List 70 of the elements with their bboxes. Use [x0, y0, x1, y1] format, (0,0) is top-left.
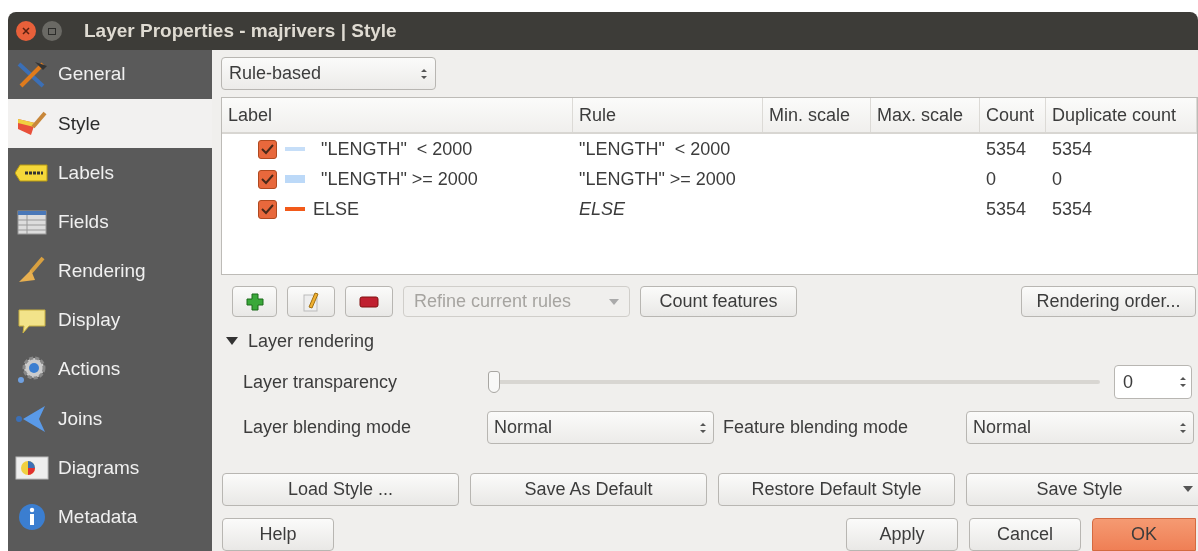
style-button[interactable]: Save Style — [966, 472, 1198, 506]
layer-blending-dropdown[interactable]: Normal — [487, 411, 714, 445]
minus-icon — [359, 295, 379, 308]
sidebar-item[interactable]: Labels — [8, 148, 212, 198]
rendering-order-button[interactable]: Rendering order... — [1021, 286, 1196, 318]
spinner-icon — [699, 420, 707, 435]
cancel-button[interactable]: Cancel — [969, 518, 1081, 551]
sidebar-item[interactable]: Fields — [8, 197, 212, 247]
column-header[interactable]: Max. scale — [871, 98, 980, 133]
blending-label: Layer blending mode — [243, 416, 413, 440]
spinner-icon — [1179, 420, 1187, 435]
label-tag-icon — [15, 162, 49, 183]
spinner-icon — [1179, 375, 1187, 390]
caret-icon — [609, 298, 619, 305]
apply-button[interactable]: Apply — [846, 518, 958, 551]
maximize-icon[interactable] — [42, 21, 62, 41]
table-icon — [15, 207, 49, 238]
sidebar-item[interactable]: General — [8, 50, 212, 100]
feature-blending-dropdown[interactable]: Normal — [966, 411, 1194, 445]
transparency-spinbox[interactable]: 0 — [1114, 365, 1192, 400]
rule-expression: "LENGTH" >= 2000 — [578, 167, 737, 191]
sidebar-item[interactable]: Metadata — [8, 492, 212, 542]
spinner-icon — [420, 66, 428, 81]
sidebar-item[interactable]: Rendering — [8, 246, 212, 296]
column-header[interactable]: Label — [222, 98, 573, 133]
rule-label: ELSE — [313, 197, 360, 221]
plus-icon — [244, 291, 265, 312]
count-cell-text: 5354 — [985, 137, 1028, 161]
edit-rule-button[interactable] — [287, 286, 335, 318]
duplicate-count-cell-text: 0 — [1051, 167, 1063, 191]
pencil-icon — [301, 290, 321, 313]
checkbox[interactable] — [258, 199, 277, 219]
remove-rule-button[interactable] — [345, 286, 393, 318]
caret-icon — [1182, 486, 1193, 493]
checkbox[interactable] — [258, 139, 277, 159]
column-header[interactable]: Duplicate count — [1046, 98, 1197, 133]
blending-label: Feature blending mode — [723, 416, 910, 440]
section-title: Layer rendering — [248, 330, 375, 353]
renderer-dropdown[interactable]: Rule-based — [221, 57, 436, 91]
count-features-button[interactable]: Count features — [640, 286, 797, 318]
style-button[interactable]: Save As Default — [470, 472, 707, 506]
column-header[interactable]: Min. scale — [763, 98, 871, 133]
sidebar-item[interactable]: Style — [8, 99, 212, 149]
help-button[interactable]: Help — [222, 518, 334, 551]
checkbox[interactable] — [258, 169, 277, 189]
count-cell-text: 0 — [985, 167, 997, 191]
collapse-triangle-icon[interactable] — [226, 336, 238, 347]
rule-expression: "LENGTH" < 2000 — [578, 137, 732, 161]
slider-track[interactable] — [488, 371, 1100, 394]
sidebar-item[interactable]: Joins — [8, 394, 212, 444]
sidebar-item[interactable]: Actions — [8, 345, 212, 395]
rule-label: "LENGTH" >= 2000 — [321, 167, 478, 191]
rule-expression: ELSE — [578, 197, 627, 221]
rule-label: "LENGTH" < 2000 — [321, 137, 473, 161]
add-rule-button[interactable] — [232, 286, 277, 318]
sidebar-item[interactable]: Diagrams — [8, 443, 212, 493]
close-icon[interactable] — [16, 21, 36, 41]
window-title: Layer Properties - majrivers | Style — [84, 18, 397, 43]
column-header[interactable]: Count — [980, 98, 1046, 133]
style-button[interactable]: Load Style ... — [222, 472, 459, 506]
style-button[interactable]: Restore Default Style — [718, 472, 955, 506]
transparency-label: Layer transparency — [243, 370, 399, 394]
slider-thumb[interactable] — [488, 371, 500, 394]
duplicate-count-cell-text: 5354 — [1051, 197, 1094, 221]
sidebar-item[interactable]: Display — [8, 295, 212, 346]
duplicate-count-cell-text: 5354 — [1051, 137, 1094, 161]
tools-icon — [15, 59, 49, 90]
count-cell-text: 5354 — [985, 197, 1028, 221]
ok-button[interactable]: OK — [1092, 518, 1196, 551]
column-header[interactable]: Rule — [573, 98, 763, 133]
